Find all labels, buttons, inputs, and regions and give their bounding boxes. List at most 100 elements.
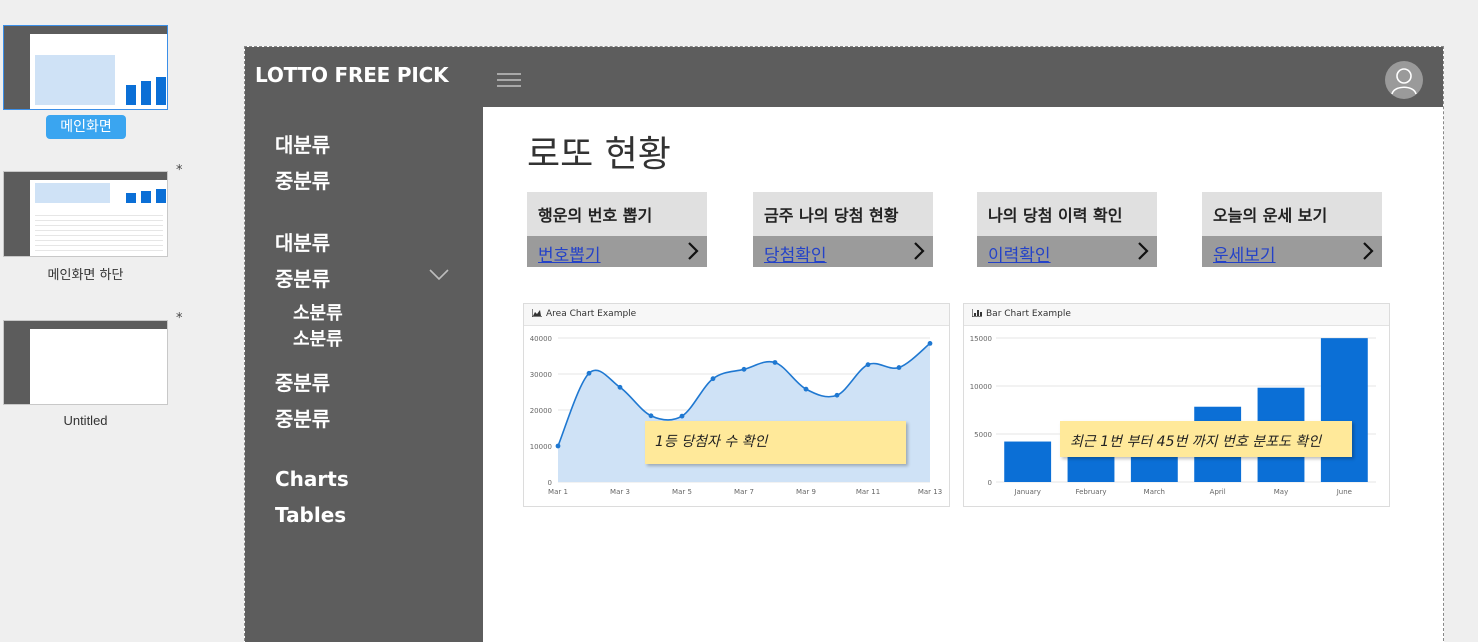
y-tick-label: 15000: [970, 335, 992, 343]
thumb-sidebar: [4, 321, 30, 404]
data-point: [927, 341, 933, 346]
chevron-right-icon[interactable]: [913, 242, 925, 260]
sidebar-item-subcategory[interactable]: 중분류: [275, 263, 330, 292]
chevron-right-icon[interactable]: [1362, 242, 1374, 260]
y-tick-label: 0: [548, 479, 552, 487]
sticky-note-bar[interactable]: 최근 1번 부터 45번 까지 번호 분포도 확인: [1060, 421, 1352, 457]
data-point: [617, 384, 623, 390]
y-tick-label: 5000: [974, 431, 992, 439]
thumb-area-chart: [35, 183, 110, 203]
modified-marker: *: [176, 311, 183, 326]
sidebar-item-category[interactable]: 대분류: [275, 227, 330, 256]
data-point: [772, 360, 778, 365]
y-tick-label: 0: [988, 479, 992, 487]
thumb-sidebar: [4, 26, 30, 109]
panel-header: Area Chart Example: [524, 304, 949, 326]
data-point: [710, 376, 716, 382]
card-link[interactable]: 이력확인: [988, 241, 1051, 266]
thumb-sidebar: [4, 172, 30, 256]
card-title: 오늘의 운세 보기: [1202, 192, 1382, 236]
chevron-down-icon[interactable]: [429, 269, 449, 281]
card-title: 나의 당첨 이력 확인: [977, 192, 1157, 236]
card-link[interactable]: 번호뽑기: [538, 241, 601, 266]
area-chart: 0 10000 20000 30000 40000 Mar 1 Mar 3 Mar 5 Mar …: [530, 335, 942, 496]
bar-chart: 0 5000 10000 15000 January February March April…: [970, 335, 1376, 496]
sidebar-item-subcategory[interactable]: 중분류: [275, 165, 330, 194]
card-title: 행운의 번호 뽑기: [527, 192, 707, 236]
sidebar-item-subcategory[interactable]: 중분류: [275, 403, 330, 432]
thumb-bar: [156, 77, 166, 105]
chevron-right-icon[interactable]: [687, 242, 699, 260]
user-icon[interactable]: [1385, 61, 1423, 99]
sidebar-item-subcategory[interactable]: 중분류: [275, 367, 330, 396]
sidebar-item-minor[interactable]: 소분류: [293, 325, 343, 351]
x-tick-label: Mar 9: [796, 488, 816, 496]
page-label-untitled[interactable]: Untitled: [3, 413, 168, 428]
area-chart-icon: [532, 309, 542, 317]
y-tick-label: 20000: [530, 407, 552, 415]
x-tick-label: February: [1075, 488, 1106, 496]
card-title: 금주 나의 당첨 현황: [753, 192, 933, 236]
y-tick-label: 30000: [530, 371, 552, 379]
sidebar-item-category[interactable]: 대분류: [275, 129, 330, 158]
x-tick-label: Mar 13: [918, 488, 942, 496]
card-weekly-result: 금주 나의 당첨 현황 당첨확인: [753, 192, 933, 267]
x-tick-label: March: [1144, 488, 1165, 496]
thumb-bar: [141, 191, 151, 203]
chevron-right-icon[interactable]: [1137, 242, 1149, 260]
thumb-bar: [126, 193, 136, 203]
editor-root: 메인화면 메인화면 하단 * Untitled * LOTTO FREE PIC…: [0, 0, 1478, 642]
x-tick-label: Mar 1: [548, 488, 568, 496]
page-label-main[interactable]: 메인화면: [46, 115, 126, 139]
card-footer[interactable]: 이력확인: [977, 236, 1157, 267]
data-point: [865, 362, 871, 368]
data-point: [555, 443, 561, 449]
sidebar-item-charts[interactable]: Charts: [275, 467, 349, 491]
page-thumbnail-main-bottom[interactable]: [3, 171, 168, 257]
y-tick-label: 10000: [970, 383, 992, 391]
top-navbar: LOTTO FREE PICK: [245, 47, 1443, 107]
data-point: [834, 392, 840, 398]
page-label-main-bottom[interactable]: 메인화면 하단: [3, 264, 168, 283]
card-link[interactable]: 운세보기: [1213, 241, 1276, 266]
card-link[interactable]: 당첨확인: [764, 241, 827, 266]
thumb-bar: [126, 85, 136, 105]
sticky-note-area[interactable]: 1등 당첨자 수 확인: [645, 421, 906, 464]
card-footer[interactable]: 당첨확인: [753, 236, 933, 267]
card-footer[interactable]: 번호뽑기: [527, 236, 707, 267]
brand-logo-text[interactable]: LOTTO FREE PICK: [255, 63, 449, 87]
hamburger-icon[interactable]: [497, 73, 521, 87]
x-tick-label: May: [1274, 488, 1288, 496]
data-point: [648, 413, 654, 419]
x-tick-label: Mar 3: [610, 488, 630, 496]
data-point: [896, 365, 902, 370]
bar: [1004, 441, 1052, 482]
thumb-table: [35, 211, 163, 251]
bar: [1320, 338, 1368, 482]
area-chart-panel: Area Chart Example 0 10000 20000 30000 40000…: [523, 303, 950, 507]
sidebar-item-minor[interactable]: 소분류: [293, 299, 343, 325]
panel-header: Bar Chart Example: [964, 304, 1389, 326]
thumb-bar: [156, 189, 166, 203]
panel-title: Bar Chart Example: [986, 309, 1071, 319]
card-footer[interactable]: 운세보기: [1202, 236, 1382, 267]
thumb-area-chart: [35, 55, 115, 105]
x-tick-label: Mar 11: [856, 488, 880, 496]
thumb-bar: [141, 81, 151, 105]
main-content: 로또 현황 행운의 번호 뽑기 번호뽑기 금주 나의 당첨 현황 당첨확인 나의…: [483, 107, 1443, 642]
modified-marker: *: [176, 163, 183, 178]
page-thumbnail-main[interactable]: [3, 25, 168, 110]
x-tick-label: June: [1336, 488, 1352, 496]
bar-chart-icon: [972, 309, 982, 317]
page-thumbnail-untitled[interactable]: [3, 320, 168, 405]
page-canvas: LOTTO FREE PICK 대분류 중분류 대분류 중분류 소분류 소분류 …: [244, 46, 1444, 642]
x-tick-label: April: [1210, 488, 1226, 496]
x-tick-label: Mar 7: [734, 488, 754, 496]
data-point: [741, 366, 747, 372]
card-fortune: 오늘의 운세 보기 운세보기: [1202, 192, 1382, 267]
sidebar-item-tables[interactable]: Tables: [275, 503, 346, 527]
data-point: [803, 386, 809, 392]
sidebar: 대분류 중분류 대분류 중분류 소분류 소분류 중분류 중분류 Charts T…: [245, 107, 483, 642]
page-title: 로또 현황: [527, 134, 671, 175]
card-lucky-number: 행운의 번호 뽑기 번호뽑기: [527, 192, 707, 267]
